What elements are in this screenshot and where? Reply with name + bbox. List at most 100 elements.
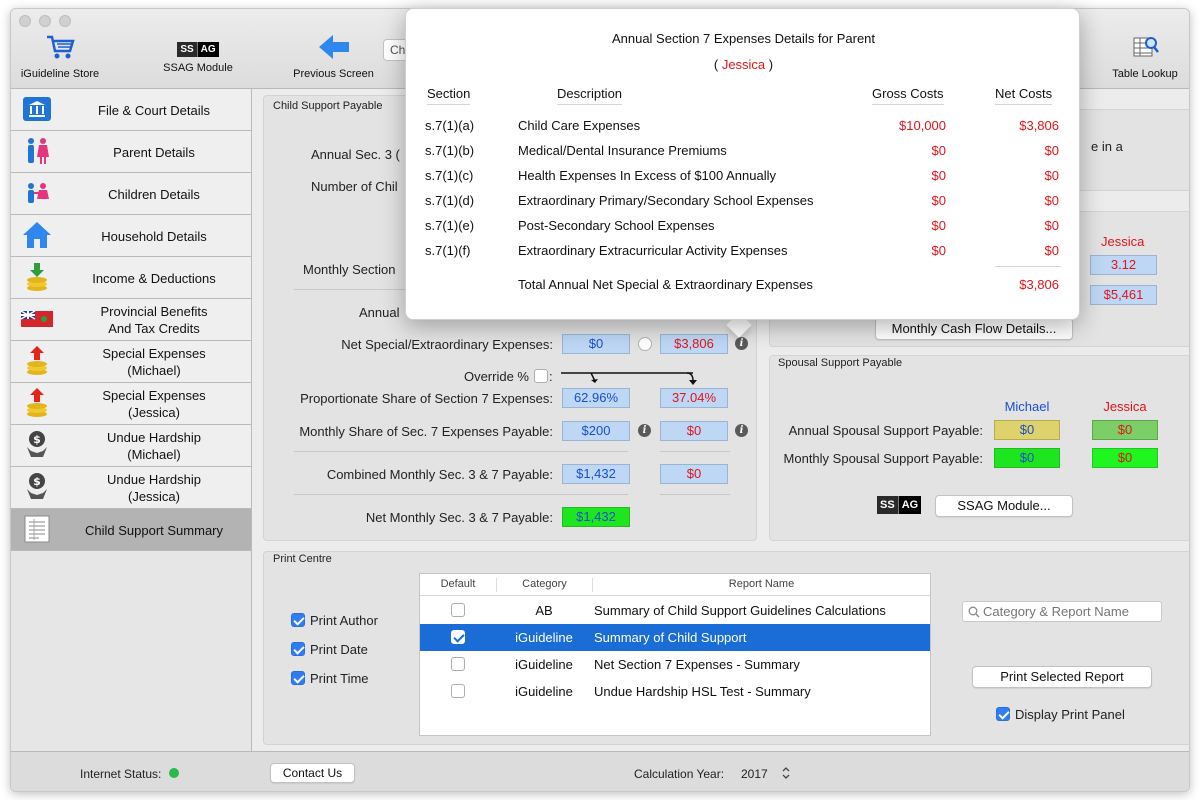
net-cost-cell: $0 bbox=[1044, 168, 1059, 183]
section-cell: s.7(1)(e) bbox=[425, 218, 475, 233]
override-checkbox[interactable] bbox=[534, 369, 548, 383]
print-author-checkbox[interactable] bbox=[291, 613, 305, 627]
annual-spousal-jessica-field[interactable]: $0 bbox=[1092, 420, 1158, 440]
print-date-checkbox[interactable] bbox=[291, 642, 305, 656]
sidebar-item-label: Children Details bbox=[108, 186, 200, 202]
combined-monthly-label: Combined Monthly Sec. 3 & 7 Payable: bbox=[326, 467, 553, 482]
cash-flow-details-button[interactable]: Monthly Cash Flow Details... bbox=[875, 318, 1073, 340]
table-row[interactable]: AB Summary of Child Support Guidelines C… bbox=[420, 597, 930, 624]
courthouse-icon bbox=[23, 97, 51, 121]
sidebar-item-special-expenses-michael[interactable]: Special Expenses (Michael) bbox=[11, 341, 251, 383]
prop-share-jessica-field[interactable]: 37.04% bbox=[660, 388, 728, 408]
divider bbox=[294, 451, 628, 452]
report-name-cell: Summary of Child Support bbox=[594, 630, 747, 645]
description-cell: Child Care Expenses bbox=[518, 118, 641, 133]
default-checkbox[interactable] bbox=[451, 657, 465, 671]
monthly-share-jessica-field[interactable]: $0 bbox=[660, 421, 728, 441]
zoom-window-button[interactable] bbox=[59, 15, 71, 27]
report-search-field[interactable] bbox=[962, 601, 1162, 622]
right-value-2-field[interactable]: $5,461 bbox=[1090, 285, 1157, 305]
sidebar-item-special-expenses-jessica[interactable]: Special Expenses (Jessica) bbox=[11, 383, 251, 425]
category-cell: iGuideline bbox=[515, 684, 573, 699]
table-row[interactable]: iGuideline Net Section 7 Expenses - Summ… bbox=[420, 651, 930, 678]
print-selected-report-button[interactable]: Print Selected Report bbox=[972, 666, 1152, 688]
sidebar-item-undue-hardship-jessica[interactable]: $ Undue Hardship (Jessica) bbox=[11, 467, 251, 509]
summary-sheet-icon bbox=[24, 515, 50, 543]
sidebar-item-file-court-details[interactable]: File & Court Details bbox=[11, 89, 251, 131]
calculation-year-label: Calculation Year: bbox=[634, 767, 725, 781]
monthly-spousal-jessica-field[interactable]: $0 bbox=[1092, 448, 1158, 468]
sidebar-item-label: Parent Details bbox=[113, 144, 195, 160]
report-table-header: Default Category Report Name bbox=[420, 574, 930, 596]
sidebar-item-label: Special Expenses (Jessica) bbox=[102, 388, 206, 420]
column-header-report-name[interactable]: Report Name bbox=[592, 578, 930, 592]
display-print-panel-checkbox[interactable] bbox=[996, 707, 1010, 721]
sidebar-item-label: File & Court Details bbox=[98, 102, 210, 118]
sidebar-item-label: Special Expenses (Michael) bbox=[102, 346, 206, 378]
net-special-radio[interactable] bbox=[638, 337, 652, 351]
table-row[interactable]: iGuideline Undue Hardship HSL Test - Sum… bbox=[420, 678, 930, 705]
ssag-module-button[interactable]: SSAG Module... bbox=[935, 495, 1073, 517]
number-children-label: Number of Chil bbox=[311, 179, 398, 194]
ssag-module-label: SSAG Module bbox=[163, 62, 233, 74]
net-special-michael-field[interactable]: $0 bbox=[562, 334, 630, 354]
proportionate-share-label: Proportionate Share of Section 7 Expense… bbox=[300, 391, 553, 406]
monthly-share-label: Monthly Share of Sec. 7 Expenses Payable… bbox=[299, 424, 553, 439]
section-cell: s.7(1)(b) bbox=[425, 143, 475, 158]
sidebar-item-provincial-benefits[interactable]: Provincial Benefits And Tax Credits bbox=[11, 299, 251, 341]
sidebar-item-child-support-summary[interactable]: Child Support Summary bbox=[11, 509, 251, 551]
net-monthly-label: Net Monthly Sec. 3 & 7 Payable: bbox=[365, 510, 553, 525]
minimize-window-button[interactable] bbox=[39, 15, 51, 27]
coins-down-icon bbox=[27, 263, 47, 291]
popover-title: Annual Section 7 Expenses Details for Pa… bbox=[611, 31, 876, 46]
net-monthly-michael-field[interactable]: $1,432 bbox=[562, 507, 630, 527]
store-button[interactable]: iGuideline Store bbox=[17, 33, 103, 80]
sidebar-item-income-deductions[interactable]: Income & Deductions bbox=[11, 257, 251, 299]
sidebar-item-undue-hardship-michael[interactable]: $ Undue Hardship (Michael) bbox=[11, 425, 251, 467]
monthly-share-michael-field[interactable]: $200 bbox=[562, 421, 630, 441]
info-icon[interactable]: i bbox=[638, 424, 651, 437]
annual-spousal-michael-field[interactable]: $0 bbox=[994, 420, 1060, 440]
combined-michael-field[interactable]: $1,432 bbox=[562, 464, 630, 484]
internet-status-label: Internet Status: bbox=[80, 767, 162, 781]
default-checkbox[interactable] bbox=[451, 630, 465, 644]
default-checkbox[interactable] bbox=[451, 603, 465, 617]
column-header-default[interactable]: Default bbox=[420, 578, 496, 590]
column-header-category[interactable]: Category bbox=[496, 578, 592, 592]
net-special-jessica-field[interactable]: $3,806 bbox=[660, 334, 728, 354]
print-time-checkbox[interactable] bbox=[291, 671, 305, 685]
divider bbox=[294, 494, 628, 495]
gross-cost-cell: $0 bbox=[931, 143, 946, 158]
display-print-panel-label: Display Print Panel bbox=[1015, 707, 1125, 722]
sidebar-item-household-details[interactable]: Household Details bbox=[11, 215, 251, 257]
sidebar-item-parent-details[interactable]: Parent Details bbox=[11, 131, 251, 173]
shopping-cart-icon bbox=[47, 35, 75, 59]
previous-screen-button[interactable]: Previous Screen bbox=[286, 33, 381, 80]
section-cell: s.7(1)(d) bbox=[425, 193, 475, 208]
info-icon[interactable]: i bbox=[735, 424, 748, 437]
right-value-1-field[interactable]: 3.12 bbox=[1090, 255, 1157, 275]
prop-share-michael-field[interactable]: 62.96% bbox=[562, 388, 630, 408]
divider bbox=[660, 494, 730, 495]
default-checkbox[interactable] bbox=[451, 684, 465, 698]
ssag-logo-icon: SS AG bbox=[177, 42, 219, 57]
print-author-label: Print Author bbox=[310, 613, 378, 628]
jessica-header: Jessica bbox=[1101, 234, 1145, 249]
stepper-icon[interactable] bbox=[782, 766, 790, 780]
table-row-selected[interactable]: iGuideline Summary of Child Support bbox=[420, 624, 930, 651]
close-window-button[interactable] bbox=[19, 15, 31, 27]
header-section: Section bbox=[427, 86, 471, 105]
calculation-year-value[interactable]: 2017 bbox=[741, 767, 768, 781]
monthly-spousal-michael-field[interactable]: $0 bbox=[994, 448, 1060, 468]
popover-parent: ( Jessica ) bbox=[406, 57, 1081, 72]
report-search-input[interactable] bbox=[983, 603, 1159, 620]
popover-paren-close: ) bbox=[765, 57, 774, 72]
info-icon[interactable]: i bbox=[735, 337, 748, 350]
ssag-module-toolbar-button[interactable]: SS AG SSAG Module bbox=[153, 33, 243, 74]
contact-us-button[interactable]: Contact Us bbox=[270, 763, 355, 783]
combined-jessica-field[interactable]: $0 bbox=[660, 464, 728, 484]
total-value: $3,806 bbox=[1019, 277, 1059, 292]
sidebar-item-children-details[interactable]: Children Details bbox=[11, 173, 251, 215]
previous-screen-label: Previous Screen bbox=[293, 68, 374, 80]
table-lookup-button[interactable]: Table Lookup bbox=[1105, 33, 1185, 80]
